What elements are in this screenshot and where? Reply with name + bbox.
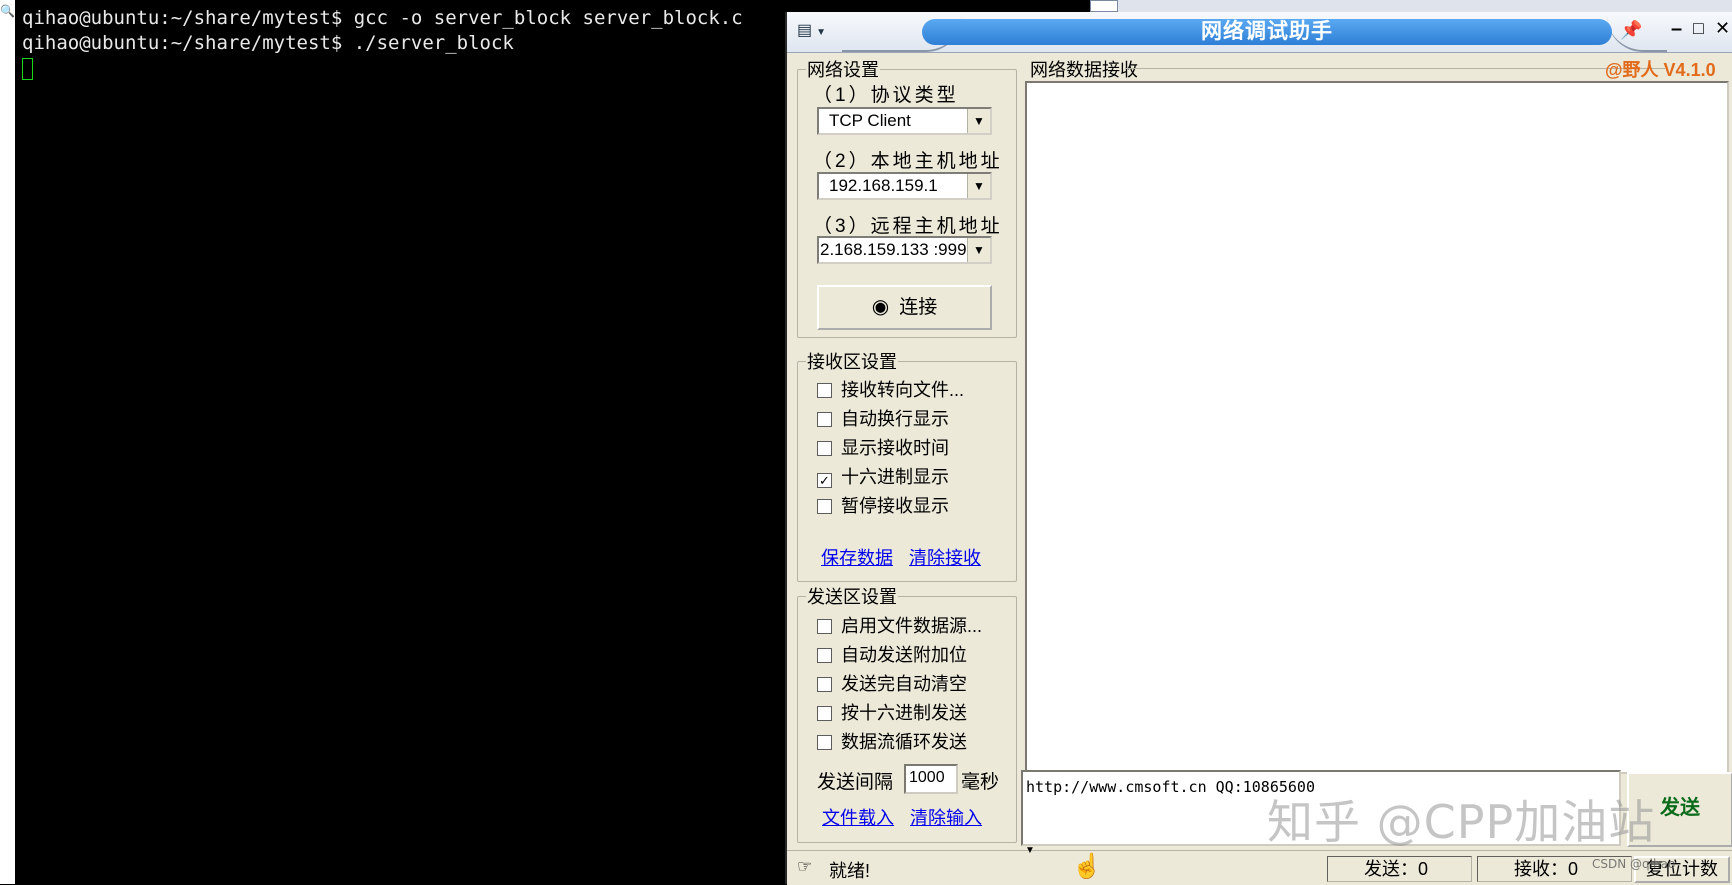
auto-clear-checkbox[interactable]: 发送完自动清空: [817, 672, 967, 696]
check-icon: ✓: [817, 473, 832, 488]
loop-send-checkbox[interactable]: 数据流循环发送: [817, 730, 967, 754]
recv-data-area[interactable]: [1025, 81, 1729, 774]
zhihu-watermark: 知乎 @CPP加油站: [1267, 795, 1656, 849]
interval-input[interactable]: 1000: [904, 764, 958, 794]
show-recv-time-checkbox[interactable]: 显示接收时间: [817, 436, 949, 460]
local-host-select[interactable]: 192.168.159.1 ▼: [817, 172, 992, 200]
network-icon[interactable]: ▤ ▼: [797, 20, 841, 44]
recv-to-file-checkbox[interactable]: 接收转向文件...: [817, 378, 964, 402]
terminal-line: qihao@ubuntu:~/share/mytest$ ./server_bl…: [22, 32, 514, 54]
minimize-button[interactable]: –: [1671, 18, 1682, 41]
net-settings-legend: 网络设置: [807, 60, 879, 80]
magnifier-icon: 🔍: [0, 4, 15, 18]
remote-host-input[interactable]: 2.168.159.133 :9999 ▼: [817, 236, 992, 264]
title-bar[interactable]: ▤ ▼ 网络调试助手 📌 – □ ✕: [787, 12, 1732, 53]
file-source-checkbox[interactable]: 启用文件数据源...: [817, 614, 982, 638]
auto-append-checkbox[interactable]: 自动发送附加位: [817, 643, 967, 667]
chevron-down-icon[interactable]: ▼: [967, 174, 990, 198]
sent-count: 发送：0: [1327, 856, 1472, 882]
window-title: 网络调试助手: [922, 19, 1612, 45]
protocol-label: （1）协议类型: [813, 85, 959, 106]
pointing-hand-icon: ☞: [797, 857, 813, 876]
terminal-line: qihao@ubuntu:~/share/mytest$ gcc -o serv…: [22, 7, 743, 29]
status-bar: ☞ 就绪! ▼ ☝ 发送：0 接收：0 复位计数: [787, 845, 1732, 885]
pause-recv-checkbox[interactable]: 暂停接收显示: [817, 494, 949, 518]
hand-cursor-icon: ☝: [1072, 853, 1102, 880]
hex-display-checkbox[interactable]: ✓ 十六进制显示: [817, 465, 949, 489]
send-settings-legend: 发送区设置: [807, 587, 897, 607]
recv-settings-legend: 接收区设置: [807, 352, 897, 372]
save-data-link[interactable]: 保存数据: [821, 544, 893, 570]
clear-recv-link[interactable]: 清除接收: [909, 544, 981, 570]
net-assistant-window: ▤ ▼ 网络调试助手 📌 – □ ✕ 网络设置 （1）协议类型 TCP Clien…: [785, 12, 1732, 885]
terminal-window[interactable]: qihao@ubuntu:~/share/mytest$ gcc -o serv…: [15, 0, 785, 884]
left-panel-edge: 🔍: [0, 0, 16, 884]
record-icon: ◉: [871, 296, 890, 318]
version-label: @野人 V4.1.0: [1605, 60, 1716, 80]
csdn-watermark: CSDN @qihao: [1592, 857, 1676, 871]
auto-wrap-checkbox[interactable]: 自动换行显示: [817, 407, 949, 431]
protocol-select[interactable]: TCP Client ▼: [817, 107, 992, 135]
chevron-down-icon[interactable]: ▼: [967, 238, 990, 262]
close-button[interactable]: ✕: [1715, 18, 1730, 39]
interval-label: 发送间隔: [817, 772, 894, 793]
recv-area-legend: 网络数据接收: [1030, 60, 1138, 80]
chevron-down-icon[interactable]: ▼: [967, 109, 990, 133]
remote-host-label: （3）远程主机地址: [813, 216, 1003, 237]
interval-unit: 毫秒: [961, 772, 1000, 793]
caret-down-icon: ▼: [1025, 845, 1035, 856]
pin-icon[interactable]: 📌: [1620, 20, 1642, 41]
hex-send-checkbox[interactable]: 按十六进制发送: [817, 701, 967, 725]
connect-button[interactable]: ◉ 连接: [817, 285, 992, 330]
maximize-button[interactable]: □: [1693, 18, 1704, 39]
clear-input-link[interactable]: 清除输入: [910, 804, 982, 830]
terminal-cursor: [22, 58, 33, 80]
local-host-label: （2）本地主机地址: [813, 151, 1003, 172]
status-text: 就绪!: [829, 861, 871, 881]
file-load-link[interactable]: 文件载入: [822, 804, 894, 830]
